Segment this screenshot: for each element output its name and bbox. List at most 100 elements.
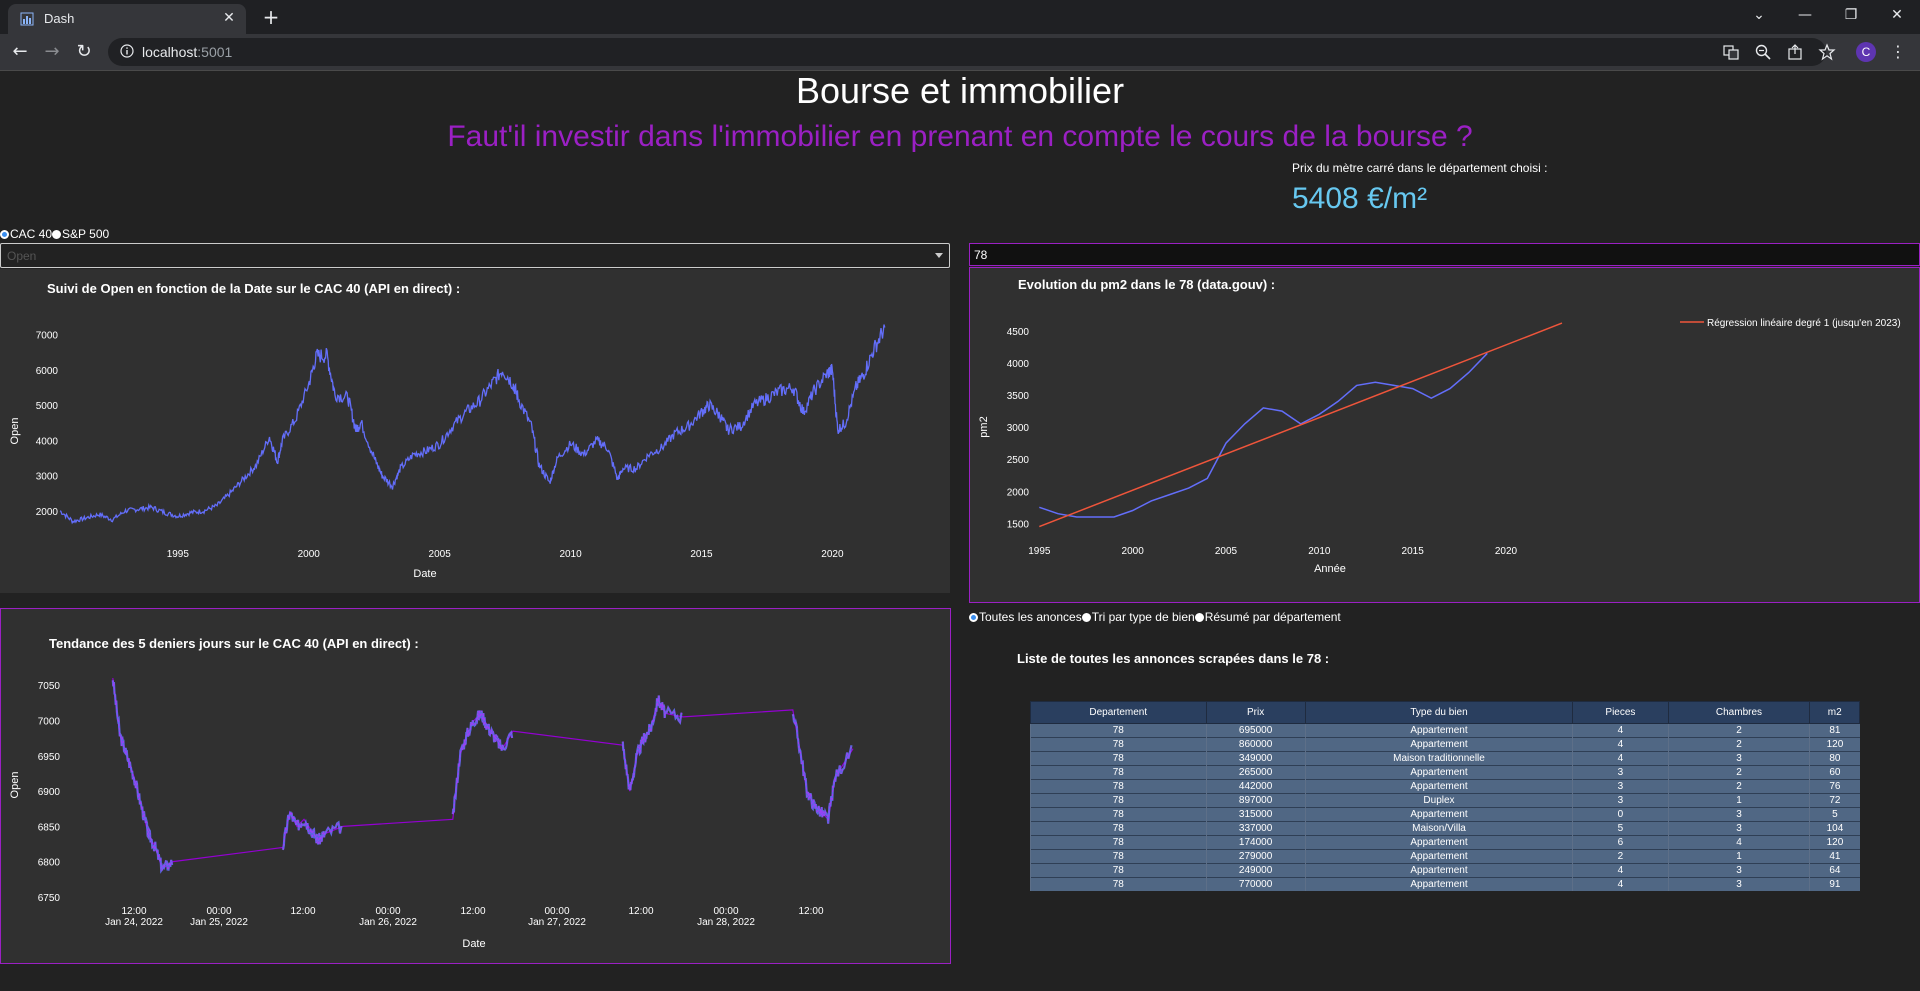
- table-row: 78 279000 Appartement 2 1 41: [1030, 849, 1860, 864]
- table-cell: 770000: [1205, 877, 1306, 891]
- table-cell: 78: [1030, 751, 1206, 766]
- listing-radio-group: Toutes les anonces Tri par type de bien …: [969, 610, 1341, 624]
- radio-all-listings[interactable]: Toutes les anonces: [969, 610, 1082, 624]
- y-tick-label: 4000: [36, 436, 59, 447]
- y-tick-label: 4000: [1007, 359, 1030, 370]
- table-cell: 6: [1572, 835, 1669, 850]
- radio-by-department[interactable]: Résumé par département: [1194, 610, 1341, 624]
- table-cell: 64: [1809, 863, 1860, 878]
- department-input[interactable]: [969, 243, 1920, 266]
- url-text: localhost:5001: [142, 44, 232, 60]
- y-axis-label: pm2: [978, 416, 990, 437]
- table-cell: Appartement: [1304, 877, 1573, 891]
- table-cell: 349000: [1205, 751, 1306, 766]
- reload-icon[interactable]: ↻: [72, 40, 96, 64]
- close-tab-icon[interactable]: ✕: [220, 9, 238, 27]
- y-tick-label: 6000: [36, 366, 59, 377]
- table-cell: 78: [1030, 835, 1206, 850]
- x-tick-label: 1995: [167, 549, 190, 560]
- x-axis-label: Date: [462, 938, 485, 950]
- x-tick-label: 2000: [1122, 546, 1145, 557]
- browser-tab[interactable]: Dash ✕: [8, 4, 246, 34]
- address-bar[interactable]: localhost:5001: [108, 38, 1836, 66]
- table-cell: 4: [1572, 877, 1669, 891]
- x-tick-label: 2010: [1308, 546, 1331, 557]
- page-subtitle: Faut'il investir dans l'immobilier en pr…: [447, 120, 1473, 153]
- table-cell: 78: [1030, 863, 1206, 878]
- radio-sp500[interactable]: S&P 500: [52, 227, 109, 241]
- y-tick-label: 6900: [38, 787, 61, 798]
- zoom-icon[interactable]: [1754, 43, 1772, 61]
- radio-unselected-icon[interactable]: [1194, 612, 1204, 622]
- pm2-chart-panel: Evolution du pm2 dans le 78 (data.gouv) …: [969, 267, 1920, 603]
- radio-selected-icon[interactable]: [0, 229, 9, 239]
- stock-chart-svg: 2000 3000 4000 5000 6000 7000 1995 2000 2005 2010…: [9, 324, 886, 580]
- table-header-cell: Departement: [1030, 701, 1207, 724]
- table-cell: 80: [1809, 751, 1860, 766]
- x-tick-time: 00:00: [375, 906, 400, 917]
- close-window-icon[interactable]: ✕: [1874, 0, 1920, 30]
- y-tick-label: 6800: [38, 858, 61, 869]
- table-cell: 91: [1809, 877, 1860, 891]
- table-cell: 442000: [1205, 779, 1306, 794]
- price-value: 5408 €/m²: [1292, 182, 1428, 215]
- table-cell: 78: [1030, 877, 1206, 891]
- table-cell: Appartement: [1304, 723, 1573, 738]
- table-cell: 41: [1809, 849, 1860, 864]
- radio-by-type[interactable]: Tri par type de bien: [1081, 610, 1195, 624]
- table-cell: 265000: [1205, 765, 1306, 780]
- forward-arrow-icon[interactable]: →: [40, 40, 64, 64]
- y-tick-label: 6850: [38, 822, 61, 833]
- x-tick-time: 12:00: [290, 906, 315, 917]
- intraday-series-line: [621, 695, 683, 791]
- table-header-cell: Chambres: [1667, 701, 1811, 724]
- y-tick-label: 3000: [1007, 423, 1030, 434]
- bookmark-star-icon[interactable]: [1818, 43, 1836, 61]
- stock-series-line: [59, 324, 886, 525]
- x-tick-date: Jan 24, 2022: [105, 917, 163, 928]
- browser-menu-icon[interactable]: ⋮: [1890, 40, 1906, 64]
- table-cell: 1: [1667, 849, 1810, 864]
- x-tick-date: Jan 28, 2022: [697, 917, 755, 928]
- chevron-down-icon[interactable]: [935, 253, 943, 258]
- translate-icon[interactable]: [1722, 43, 1740, 61]
- table-cell: 4: [1572, 863, 1669, 878]
- table-cell: 72: [1809, 793, 1860, 808]
- table-cell: 120: [1809, 835, 1860, 850]
- x-tick-label: 2020: [821, 549, 844, 560]
- x-tick-time: 12:00: [628, 906, 653, 917]
- table-cell: 3: [1667, 877, 1810, 891]
- radio-label: S&P 500: [62, 227, 110, 241]
- minimize-icon[interactable]: —: [1782, 0, 1828, 30]
- radio-label: Résumé par département: [1204, 610, 1341, 624]
- intraday-series-line: [281, 811, 343, 851]
- radio-selected-icon[interactable]: [969, 612, 978, 622]
- profile-avatar[interactable]: C: [1856, 42, 1876, 62]
- y-tick-label: 3500: [1007, 391, 1030, 402]
- restore-icon[interactable]: ❐: [1828, 0, 1874, 30]
- y-tick-label: 7050: [38, 681, 61, 692]
- y-axis-label: Open: [9, 772, 21, 799]
- site-info-icon[interactable]: [120, 44, 134, 58]
- table-row: 78 337000 Maison/Villa 5 3 104: [1030, 821, 1860, 836]
- table-cell: 4: [1572, 737, 1669, 752]
- intraday-rolling-line: [452, 710, 513, 815]
- radio-cac40[interactable]: CAC 40: [0, 227, 52, 241]
- share-icon[interactable]: [1786, 43, 1804, 61]
- back-arrow-icon[interactable]: ←: [8, 40, 32, 64]
- tab-title: Dash: [44, 11, 75, 26]
- column-dropdown[interactable]: Open: [0, 243, 950, 268]
- y-tick-label: 2000: [36, 507, 59, 518]
- x-tick-time: 12:00: [121, 906, 146, 917]
- table-cell: 2: [1667, 723, 1810, 738]
- x-tick-label: 1995: [1028, 546, 1051, 557]
- radio-unselected-icon[interactable]: [1081, 612, 1091, 622]
- table-cell: 5: [1809, 807, 1860, 822]
- radio-unselected-icon[interactable]: [52, 229, 62, 239]
- new-tab-icon[interactable]: +: [260, 6, 282, 28]
- tab-search-chevron-icon[interactable]: ⌄: [1736, 0, 1782, 30]
- x-tick-label: 2015: [1402, 546, 1425, 557]
- table-row: 78 249000 Appartement 4 3 64: [1030, 863, 1860, 878]
- radio-label: Tri par type de bien: [1091, 610, 1195, 624]
- intraday-chart-svg: 675068006850690069507000705012:00Jan 24,…: [9, 678, 854, 950]
